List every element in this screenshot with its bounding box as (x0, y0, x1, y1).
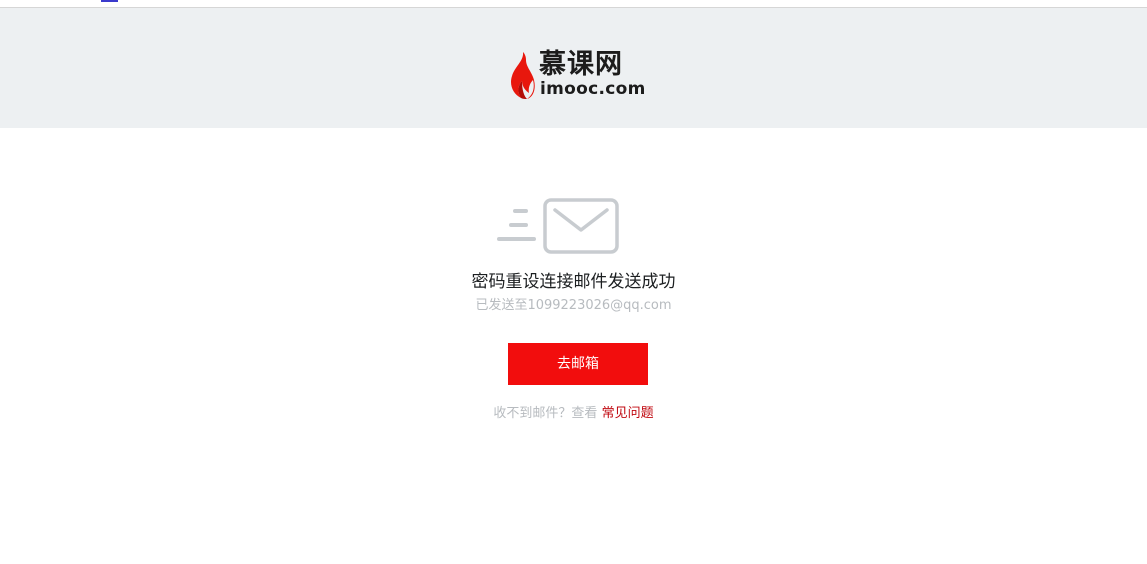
site-header: 慕课网 imooc.com (0, 8, 1147, 128)
logo-english-text: imooc.com (540, 79, 646, 99)
browser-top-strip (0, 0, 1147, 8)
logo-chinese-text: 慕课网 (539, 49, 623, 80)
flame-logo-icon (511, 52, 535, 99)
envelope-icon (497, 198, 619, 254)
top-strip-marker (101, 0, 118, 2)
faq-link[interactable]: 常见问题 (602, 406, 654, 421)
success-title: 密码重设连接邮件发送成功 (471, 272, 676, 292)
help-line: 收不到邮件？查看 常见问题 (0, 405, 1147, 423)
site-logo[interactable]: 慕课网 imooc.com (509, 44, 649, 102)
main-content: 密码重设连接邮件发送成功 已发送至1099223026@qq.com 去邮箱 收… (0, 128, 1147, 564)
go-to-mailbox-button[interactable]: 去邮箱 (508, 343, 648, 385)
help-prefix-text: 收不到邮件？查看 (493, 406, 598, 421)
sent-to-address: 已发送至1099223026@qq.com (475, 298, 672, 313)
